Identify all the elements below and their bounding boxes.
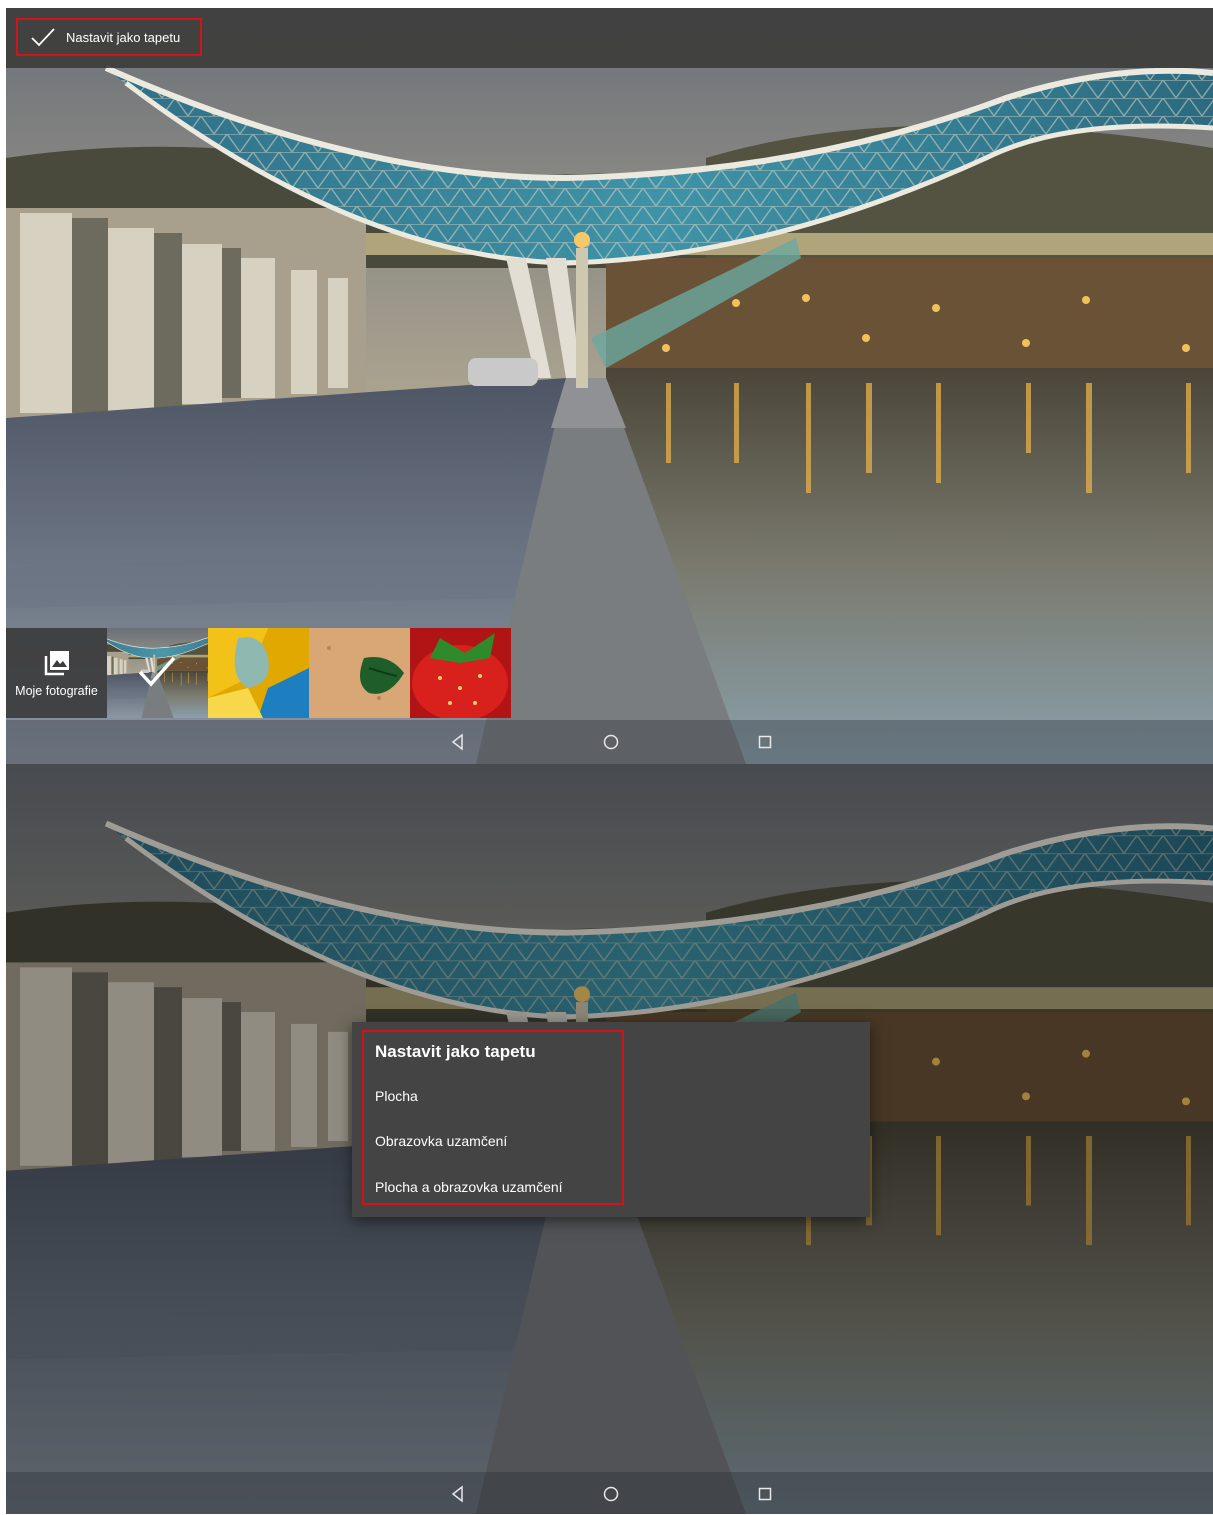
recents-icon[interactable] [753,730,777,754]
option-home-screen[interactable]: Plocha [375,1088,418,1104]
home-icon[interactable] [599,730,623,754]
home-icon[interactable] [599,1482,623,1506]
dialog-title: Nastavit jako tapetu [375,1042,536,1061]
check-icon [31,28,55,47]
option-home-and-lock-screen[interactable]: Plocha a obrazovka uzamčení [375,1179,563,1195]
action-bar: Nastavit jako tapetu [6,8,1213,68]
thumbnail-bridge[interactable] [107,628,208,718]
recents-icon[interactable] [753,1482,777,1506]
set-wallpaper-button[interactable]: Nastavit jako tapetu [16,18,202,56]
option-lock-screen[interactable]: Obrazovka uzamčení [375,1133,507,1149]
my-photos-label: Moje fotografie [15,684,98,698]
thumbnail-green-leaf[interactable] [309,628,410,718]
selected-check-icon [138,656,176,687]
my-photos-button[interactable]: Moje fotografie [6,628,107,718]
thumbnail-strawberry[interactable] [410,628,511,718]
back-icon[interactable] [446,730,470,754]
back-icon[interactable] [446,1482,470,1506]
wallpaper-preview-screen: Nastavit jako tapetu Moje fotografie [6,8,1213,764]
wallpaper-dialog-screen: Nastavit jako tapetu Plocha Obrazovka uz… [6,764,1213,1514]
thumbnail-yellow-abstract[interactable] [208,628,309,718]
navigation-bar [6,1472,1213,1514]
photo-gallery-icon [44,651,69,676]
navigation-bar [6,720,1213,764]
set-wallpaper-dialog: Nastavit jako tapetu Plocha Obrazovka uz… [352,1022,870,1217]
set-wallpaper-label: Nastavit jako tapetu [66,29,181,45]
wallpaper-picker: Moje fotografie [6,628,511,718]
